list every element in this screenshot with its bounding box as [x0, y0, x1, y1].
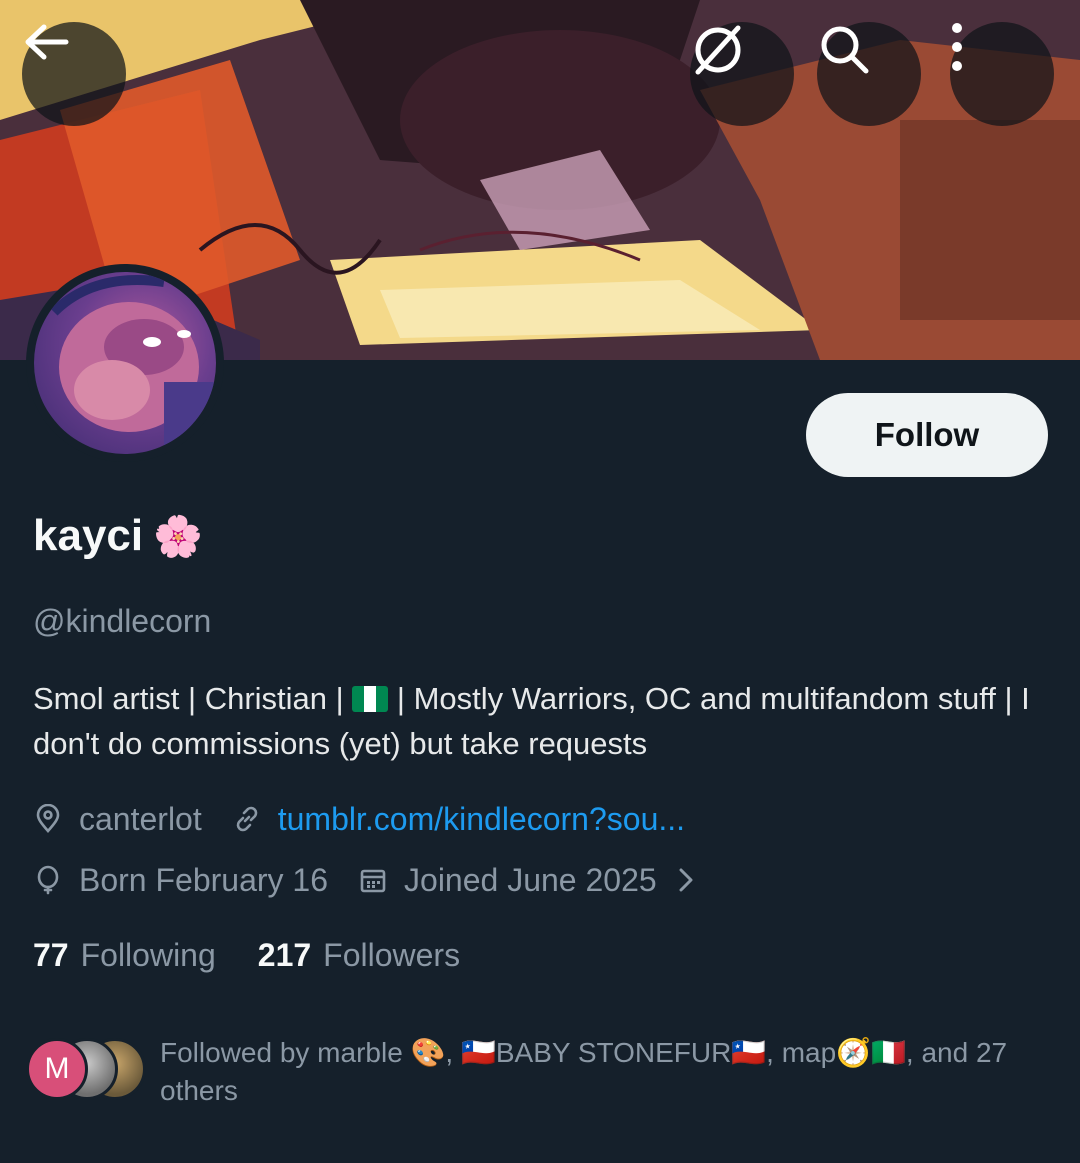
back-button[interactable]	[22, 22, 126, 126]
bio-text-start: Smol artist | Christian |	[33, 681, 353, 716]
birthday-text: Born February 16	[79, 861, 329, 898]
follower-avatar: M	[26, 1038, 88, 1100]
location-pin-icon	[33, 804, 63, 834]
profile-meta-birth-joined: Born February 16 Joined June 2025	[33, 858, 725, 902]
follow-counts: 77 Following 217 Followers	[33, 933, 502, 977]
follower-avatars: M	[26, 1034, 152, 1104]
followers-count[interactable]: 217	[258, 937, 311, 974]
profile-handle: @kindlecorn	[33, 603, 212, 639]
balloon-icon	[33, 865, 63, 895]
profile-avatar[interactable]	[26, 264, 224, 462]
avatar-image	[34, 272, 216, 454]
location-item: canterlot	[33, 801, 202, 838]
following-label[interactable]: Following	[81, 937, 216, 974]
profile-meta-location-website: canterlot tumblr.com/kindlecorn?sou...	[33, 797, 715, 841]
followed-by-text: Followed by marble 🎨, 🇨🇱BABY STONEFUR🇨🇱,…	[160, 1037, 1008, 1106]
following-count[interactable]: 77	[33, 937, 69, 974]
birthday-item: Born February 16	[33, 862, 328, 899]
profile-page: Follow kayci 🌸 @kindlecorn Smol artist |…	[0, 0, 1080, 1163]
website-link[interactable]: tumblr.com/kindlecorn?sou...	[278, 801, 685, 838]
display-name: kayci 🌸	[33, 510, 203, 562]
link-icon	[232, 804, 262, 834]
cherry-blossom-emoji: 🌸	[153, 514, 203, 559]
website-item[interactable]: tumblr.com/kindlecorn?sou...	[232, 801, 685, 838]
search-button[interactable]	[817, 22, 921, 126]
profile-bio: Smol artist | Christian | | Mostly Warri…	[33, 676, 1053, 766]
more-button[interactable]	[950, 22, 1054, 126]
display-name-text: kayci	[33, 511, 144, 560]
calendar-icon	[358, 865, 388, 895]
followed-by-row[interactable]: M Followed by marble 🎨, 🇨🇱BABY STONEFUR🇨…	[26, 1034, 1056, 1110]
nigeria-flag-icon	[352, 686, 389, 712]
joined-text: Joined June 2025	[404, 861, 657, 898]
location-text: canterlot	[79, 800, 202, 837]
chevron-right-icon	[677, 866, 695, 894]
grok-button[interactable]	[690, 22, 794, 126]
follow-button[interactable]: Follow	[806, 393, 1048, 477]
followers-label[interactable]: Followers	[323, 937, 460, 974]
joined-item[interactable]: Joined June 2025	[358, 862, 695, 899]
